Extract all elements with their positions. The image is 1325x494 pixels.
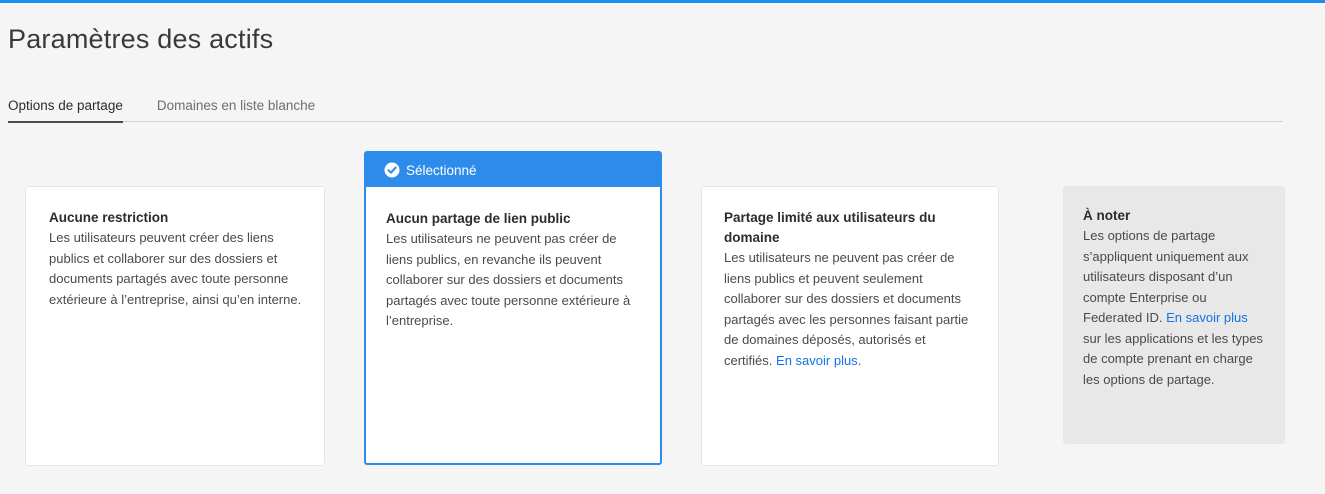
- card-title: Aucune restriction: [49, 210, 169, 225]
- note-learn-more-link[interactable]: En savoir plus: [1166, 310, 1248, 325]
- card-description-suffix: .: [857, 352, 862, 368]
- tab-bar: Options de partage Domaines en liste bla…: [8, 96, 1283, 123]
- tab-sharing-options[interactable]: Options de partage: [8, 96, 123, 123]
- selected-label: Sélectionné: [406, 162, 477, 178]
- card-description: Les utilisateurs ne peuvent pas créer de…: [724, 248, 976, 371]
- page-title: Paramètres des actifs: [8, 24, 274, 54]
- learn-more-link[interactable]: En savoir plus: [776, 353, 858, 368]
- check-circle-icon: [384, 162, 400, 178]
- selected-header: Sélectionné: [366, 153, 660, 187]
- option-card-no-public-link[interactable]: Sélectionné Aucun partage de lien public…: [364, 151, 662, 465]
- card-title: Aucun partage de lien public: [386, 211, 571, 226]
- card-description-text: Les utilisateurs ne peuvent pas créer de…: [724, 250, 969, 368]
- note-text: Les options de partage s’appliquent uniq…: [1083, 226, 1267, 390]
- card-title: Partage limité aux utilisateurs du domai…: [724, 210, 936, 245]
- top-accent-bar: [0, 0, 1325, 3]
- card-description: Les utilisateurs peuvent créer des liens…: [49, 230, 302, 307]
- option-card-no-restriction[interactable]: Aucune restriction Les utilisateurs peuv…: [25, 186, 325, 466]
- note-panel: À noter Les options de partage s’appliqu…: [1063, 186, 1285, 444]
- note-text-after: sur les applications et les types de com…: [1083, 330, 1263, 387]
- tab-whitelisted-domains[interactable]: Domaines en liste blanche: [157, 96, 315, 122]
- card-description: Les utilisateurs ne peuvent pas créer de…: [386, 231, 631, 328]
- note-title: À noter: [1083, 208, 1131, 223]
- option-card-domain-limited[interactable]: Partage limité aux utilisateurs du domai…: [701, 186, 999, 466]
